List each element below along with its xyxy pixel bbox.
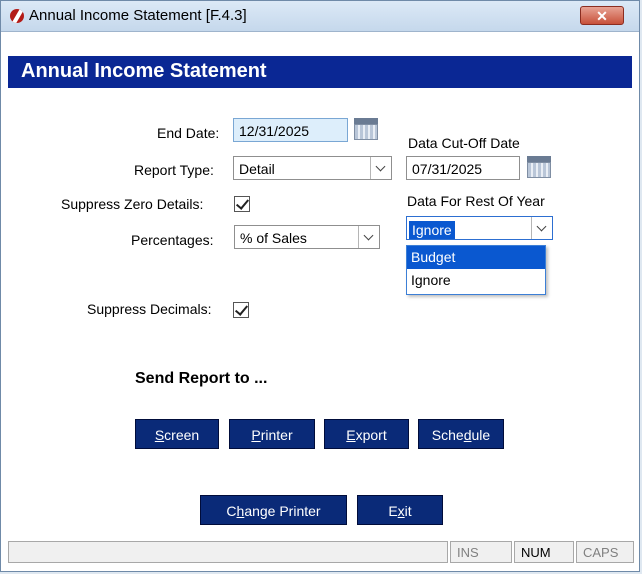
status-num: NUM	[514, 541, 574, 563]
screen-button[interactable]: Screen	[135, 419, 219, 449]
rest-of-year-value: Ignore	[409, 221, 455, 239]
percentages-label: Percentages:	[131, 232, 214, 248]
suppress-decimals-label: Suppress Decimals:	[87, 301, 212, 317]
suppress-zero-checkbox[interactable]	[234, 196, 250, 212]
cutoff-label: Data Cut-Off Date	[408, 135, 520, 151]
end-date-label: End Date:	[157, 125, 220, 141]
exit-button[interactable]: Exit	[357, 495, 443, 525]
exit-label-pre: E	[388, 503, 398, 519]
change-printer-label-pre: C	[226, 503, 237, 519]
send-report-heading: Send Report to ...	[135, 370, 268, 387]
end-date-field[interactable]: 12/31/2025	[233, 118, 348, 142]
window-title: Annual Income Statement [F.4.3]	[29, 7, 247, 24]
close-button[interactable]: ✕	[580, 6, 624, 25]
export-button-label: xport	[355, 427, 387, 443]
report-type-value: Detail	[239, 161, 275, 177]
schedule-button-mnemonic: d	[463, 427, 472, 443]
percentages-select[interactable]: % of Sales	[234, 225, 380, 249]
status-message-cell	[8, 541, 448, 563]
cutoff-date-field[interactable]: 07/31/2025	[406, 156, 520, 180]
chevron-down-icon[interactable]	[358, 226, 379, 248]
export-button[interactable]: Export	[324, 419, 409, 449]
screen-button-mnemonic: S	[154, 427, 165, 443]
exit-mnemonic: x	[397, 503, 405, 519]
rest-of-year-label: Data For Rest Of Year	[407, 193, 545, 209]
page-title: Annual Income Statement	[21, 60, 267, 82]
schedule-button-label-pre: Sche	[431, 427, 464, 443]
screen-button-label: creen	[164, 427, 200, 443]
report-type-label: Report Type:	[134, 162, 214, 178]
exit-label-post: it	[404, 503, 412, 519]
rest-of-year-select[interactable]: Ignore	[406, 216, 553, 240]
export-button-mnemonic: E	[346, 427, 356, 443]
schedule-button[interactable]: Schedule	[418, 419, 504, 449]
status-ins: INS	[450, 541, 512, 563]
printer-button-label: rinter	[260, 427, 293, 443]
chevron-down-icon[interactable]	[531, 217, 552, 239]
change-printer-button[interactable]: Change Printer	[200, 495, 347, 525]
change-printer-label-post: ange Printer	[244, 503, 321, 519]
end-date-calendar-icon[interactable]	[353, 118, 379, 142]
percentages-value: % of Sales	[240, 230, 307, 246]
report-type-select[interactable]: Detail	[233, 156, 392, 180]
printer-button[interactable]: Printer	[229, 419, 315, 449]
suppress-zero-label: Suppress Zero Details:	[61, 196, 204, 212]
printer-button-mnemonic: P	[251, 427, 261, 443]
cutoff-calendar-icon[interactable]	[526, 156, 552, 180]
status-caps: CAPS	[576, 541, 634, 563]
rest-of-year-dropdown: Budget Ignore	[406, 245, 546, 295]
status-bar: INS NUM CAPS	[8, 541, 634, 565]
page-header: Annual Income Statement	[8, 56, 632, 88]
chevron-down-icon[interactable]	[370, 157, 391, 179]
title-bar[interactable]: Annual Income Statement [F.4.3] ✕	[1, 1, 639, 32]
suppress-decimals-checkbox[interactable]	[233, 302, 249, 318]
schedule-button-label-post: ule	[471, 427, 491, 443]
dropdown-option-budget[interactable]: Budget	[407, 246, 545, 269]
dropdown-option-ignore[interactable]: Ignore	[407, 269, 545, 292]
app-logo-icon	[10, 9, 24, 23]
app-window: Annual Income Statement [F.4.3] ✕ Annual…	[0, 0, 640, 572]
